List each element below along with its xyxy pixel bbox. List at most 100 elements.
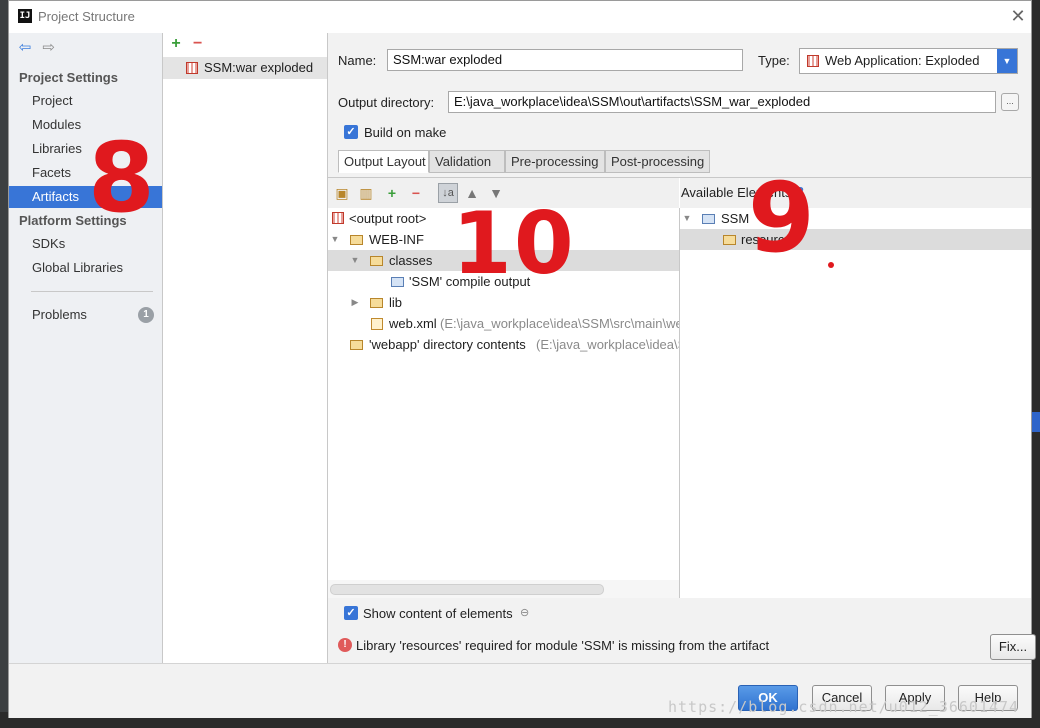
add-element-icon[interactable]: + (384, 185, 400, 201)
tree-row-ssm-module[interactable]: ▼ SSM (680, 208, 1031, 229)
nav-history: ⇦ ⇨ (15, 39, 59, 59)
tree-row-web-inf[interactable]: ▼ WEB-INF (328, 229, 679, 250)
webapp-path: (E:\java_workplace\idea\S (536, 337, 679, 352)
war-artifact-icon (186, 62, 198, 74)
expanded-chevron-icon[interactable]: ▼ (682, 208, 692, 229)
error-icon: ! (338, 638, 352, 652)
web-xml-label: web.xml (389, 316, 437, 331)
webapp-contents-label: 'webapp' directory contents (369, 337, 526, 352)
ssm-module-label: SSM (721, 211, 750, 226)
project-settings-header: Project Settings (19, 70, 118, 85)
tree-row-webapp-contents[interactable]: 'webapp' directory contents (E:\java_wor… (328, 334, 679, 355)
web-inf-label: WEB-INF (369, 232, 424, 247)
tree-row-compile-output[interactable]: 'SSM' compile output (328, 271, 679, 292)
folder-icon (370, 256, 383, 266)
new-archive-icon[interactable]: ▥ (358, 185, 374, 201)
tree-row-lib[interactable]: ▶ lib (328, 292, 679, 313)
tab-pre-processing[interactable]: Pre-processing (505, 150, 605, 173)
nav-item-libraries[interactable]: Libraries (9, 138, 162, 160)
missing-library-warning: Library 'resources' required for module … (356, 638, 770, 653)
nav-item-modules[interactable]: Modules (9, 114, 162, 136)
dropdown-arrow-icon[interactable]: ▼ (997, 49, 1017, 73)
forward-arrow-icon[interactable]: ⇨ (39, 39, 59, 57)
folder-icon (350, 235, 363, 245)
artifact-detail-panel: Name: SSM:war exploded Type: Web Applica… (328, 33, 1036, 663)
watermark: https://blog.csdn.net/u012_36601474 (668, 698, 1020, 716)
background-left-strip (0, 0, 8, 728)
background-right-strip (1032, 0, 1040, 728)
artifact-list-panel: + − SSM:war exploded (163, 33, 328, 663)
panel-splitter[interactable] (679, 208, 680, 598)
output-directory-label: Output directory: (338, 95, 435, 110)
settings-nav: ⇦ ⇨ Project Settings Project Modules Lib… (9, 33, 163, 663)
platform-settings-header: Platform Settings (19, 213, 127, 228)
tree-row-output-root[interactable]: <output root> (328, 208, 679, 229)
lib-label: lib (389, 295, 403, 310)
nav-item-facets[interactable]: Facets (9, 162, 162, 184)
collapsed-chevron-icon[interactable]: ▶ (350, 292, 360, 313)
fix-button[interactable]: Fix... (990, 634, 1036, 660)
build-on-make-checkbox[interactable]: ✓ (344, 125, 358, 139)
annotation-dot (828, 262, 834, 268)
remove-artifact-icon[interactable]: − (189, 35, 207, 53)
expanded-chevron-icon[interactable]: ▼ (330, 229, 340, 250)
web-xml-path: (E:\java_workplace\idea\SSM\src\main\we (440, 316, 679, 331)
output-root-label: <output root> (349, 211, 427, 226)
artifact-list-toolbar: + − (167, 35, 207, 55)
move-up-icon[interactable]: ▲ (464, 185, 480, 201)
nav-item-problems[interactable]: Problems 1 (9, 304, 162, 326)
nav-divider (31, 291, 153, 292)
nav-item-sdks[interactable]: SDKs (9, 233, 162, 255)
output-layout-toolbar: ▣ ▥ + − ↓a ▲ ▼ (328, 178, 679, 208)
show-content-checkbox[interactable]: ✓ (344, 606, 358, 620)
tab-output-layout[interactable]: Output Layout (338, 150, 429, 173)
output-layout-panel: ▣ ▥ + − ↓a ▲ ▼ Available Elements ? <out… (328, 177, 1031, 598)
close-icon[interactable]: ✕ (1007, 5, 1029, 27)
help-icon[interactable]: ? (796, 184, 804, 199)
project-structure-dialog: IJ Project Structure ✕ ⇦ ⇨ Project Setti… (8, 0, 1036, 718)
name-label: Name: (338, 53, 377, 68)
problems-label: Problems (32, 307, 87, 322)
intellij-app-icon: IJ (18, 9, 32, 23)
module-icon (702, 214, 715, 224)
compile-output-label: 'SSM' compile output (409, 274, 531, 289)
new-folder-icon[interactable]: ▣ (334, 185, 350, 201)
artifact-item-label: SSM:war exploded (204, 60, 314, 75)
name-input[interactable]: SSM:war exploded (387, 49, 743, 71)
type-select[interactable]: Web Application: Exploded ▼ (799, 48, 1018, 74)
problems-count-badge: 1 (138, 307, 154, 323)
move-down-icon[interactable]: ▼ (488, 185, 504, 201)
horizontal-scrollbar-track (328, 580, 679, 598)
add-artifact-icon[interactable]: + (167, 35, 185, 53)
nav-item-global-libraries[interactable]: Global Libraries (9, 257, 162, 279)
sort-elements-icon[interactable]: ↓a (438, 183, 458, 203)
remove-element-icon[interactable]: − (408, 185, 424, 201)
folder-icon (370, 298, 383, 308)
expanded-chevron-icon[interactable]: ▼ (350, 250, 360, 271)
nav-item-artifacts[interactable]: Artifacts (9, 186, 162, 208)
type-label: Type: (758, 53, 790, 68)
tab-validation[interactable]: Validation (429, 150, 505, 173)
back-arrow-icon[interactable]: ⇦ (15, 39, 35, 57)
nav-item-project[interactable]: Project (9, 90, 162, 112)
classes-label: classes (389, 253, 433, 268)
browse-button[interactable]: ... (1001, 93, 1019, 111)
title-bar: IJ Project Structure ✕ (9, 1, 1031, 33)
settings-icon[interactable]: ⊖ (520, 606, 529, 619)
output-root-icon (332, 212, 344, 224)
background-selection-strip (1032, 412, 1040, 432)
type-select-value: Web Application: Exploded (825, 53, 980, 68)
tree-row-resources[interactable]: resources (680, 229, 1031, 250)
build-on-make-label: Build on make (364, 125, 447, 140)
tab-post-processing[interactable]: Post-processing (605, 150, 710, 173)
available-elements-header: Available Elements ? (680, 178, 1031, 208)
tree-row-web-xml[interactable]: web.xml (E:\java_workplace\idea\SSM\src\… (328, 313, 679, 334)
resources-label: resources (741, 232, 799, 247)
tree-row-classes[interactable]: ▼ classes (328, 250, 679, 271)
artifact-list-item[interactable]: SSM:war exploded (163, 57, 327, 79)
horizontal-scrollbar-thumb[interactable] (330, 584, 604, 595)
show-content-label: Show content of elements (363, 606, 513, 621)
output-directory-input[interactable]: E:\java_workplace\idea\SSM\out\artifacts… (448, 91, 996, 113)
library-folder-icon (723, 235, 736, 245)
web-app-type-icon (807, 55, 819, 67)
